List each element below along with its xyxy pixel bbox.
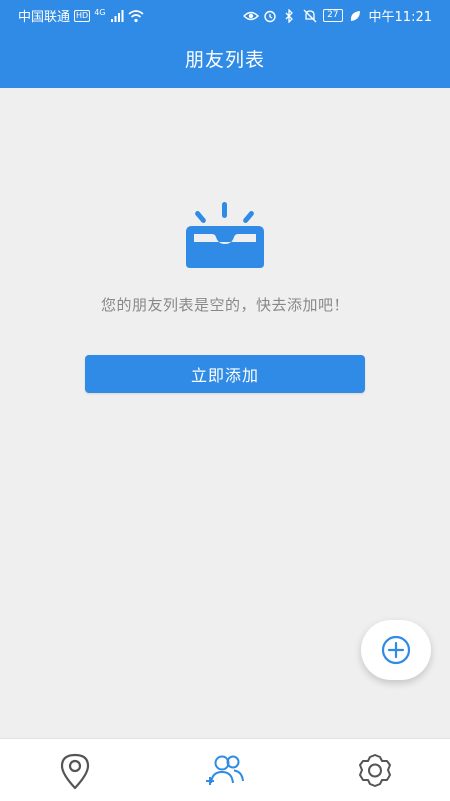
hd-badge: HD bbox=[74, 9, 91, 22]
wifi-icon bbox=[127, 9, 144, 23]
network-type-label: 4G bbox=[94, 7, 106, 17]
signal-icon bbox=[110, 9, 124, 23]
status-right: 27 中午11:21 bbox=[243, 6, 432, 25]
nav-item-settings[interactable] bbox=[345, 749, 405, 793]
status-time: 中午11:21 bbox=[368, 10, 432, 25]
add-now-button[interactable]: 立即添加 bbox=[85, 355, 365, 393]
mute-bell-icon bbox=[303, 9, 317, 23]
add-friends-icon bbox=[206, 755, 244, 785]
nav-item-friends[interactable] bbox=[195, 749, 255, 793]
eye-icon bbox=[243, 9, 260, 23]
bluetooth-icon bbox=[283, 8, 297, 23]
page-title: 朋友列表 bbox=[184, 48, 265, 71]
carrier-label: 中国联通 bbox=[18, 10, 71, 25]
inbox-tray-icon bbox=[186, 202, 264, 268]
alarm-clock-icon bbox=[263, 9, 277, 23]
leaf-icon bbox=[349, 9, 363, 23]
bottom-nav bbox=[0, 738, 450, 801]
plus-circle-icon bbox=[381, 635, 411, 665]
battery-indicator: 27 bbox=[323, 9, 343, 22]
settings-gear-icon bbox=[359, 754, 391, 787]
status-bar: 中国联通 HD 4G 27 中午11:21 bbox=[0, 0, 450, 28]
empty-state: 您的朋友列表是空的，快去添加吧！ bbox=[0, 200, 450, 315]
app-bar: 朋友列表 bbox=[0, 28, 450, 88]
location-pin-icon bbox=[60, 753, 90, 790]
nav-item-location[interactable] bbox=[45, 749, 105, 793]
top-bar: 中国联通 HD 4G 27 中午11:21 朋友列表 bbox=[0, 0, 450, 88]
status-left: 中国联通 HD 4G bbox=[18, 6, 144, 25]
empty-message: 您的朋友列表是空的，快去添加吧！ bbox=[100, 296, 349, 314]
add-friend-fab[interactable] bbox=[361, 620, 431, 680]
